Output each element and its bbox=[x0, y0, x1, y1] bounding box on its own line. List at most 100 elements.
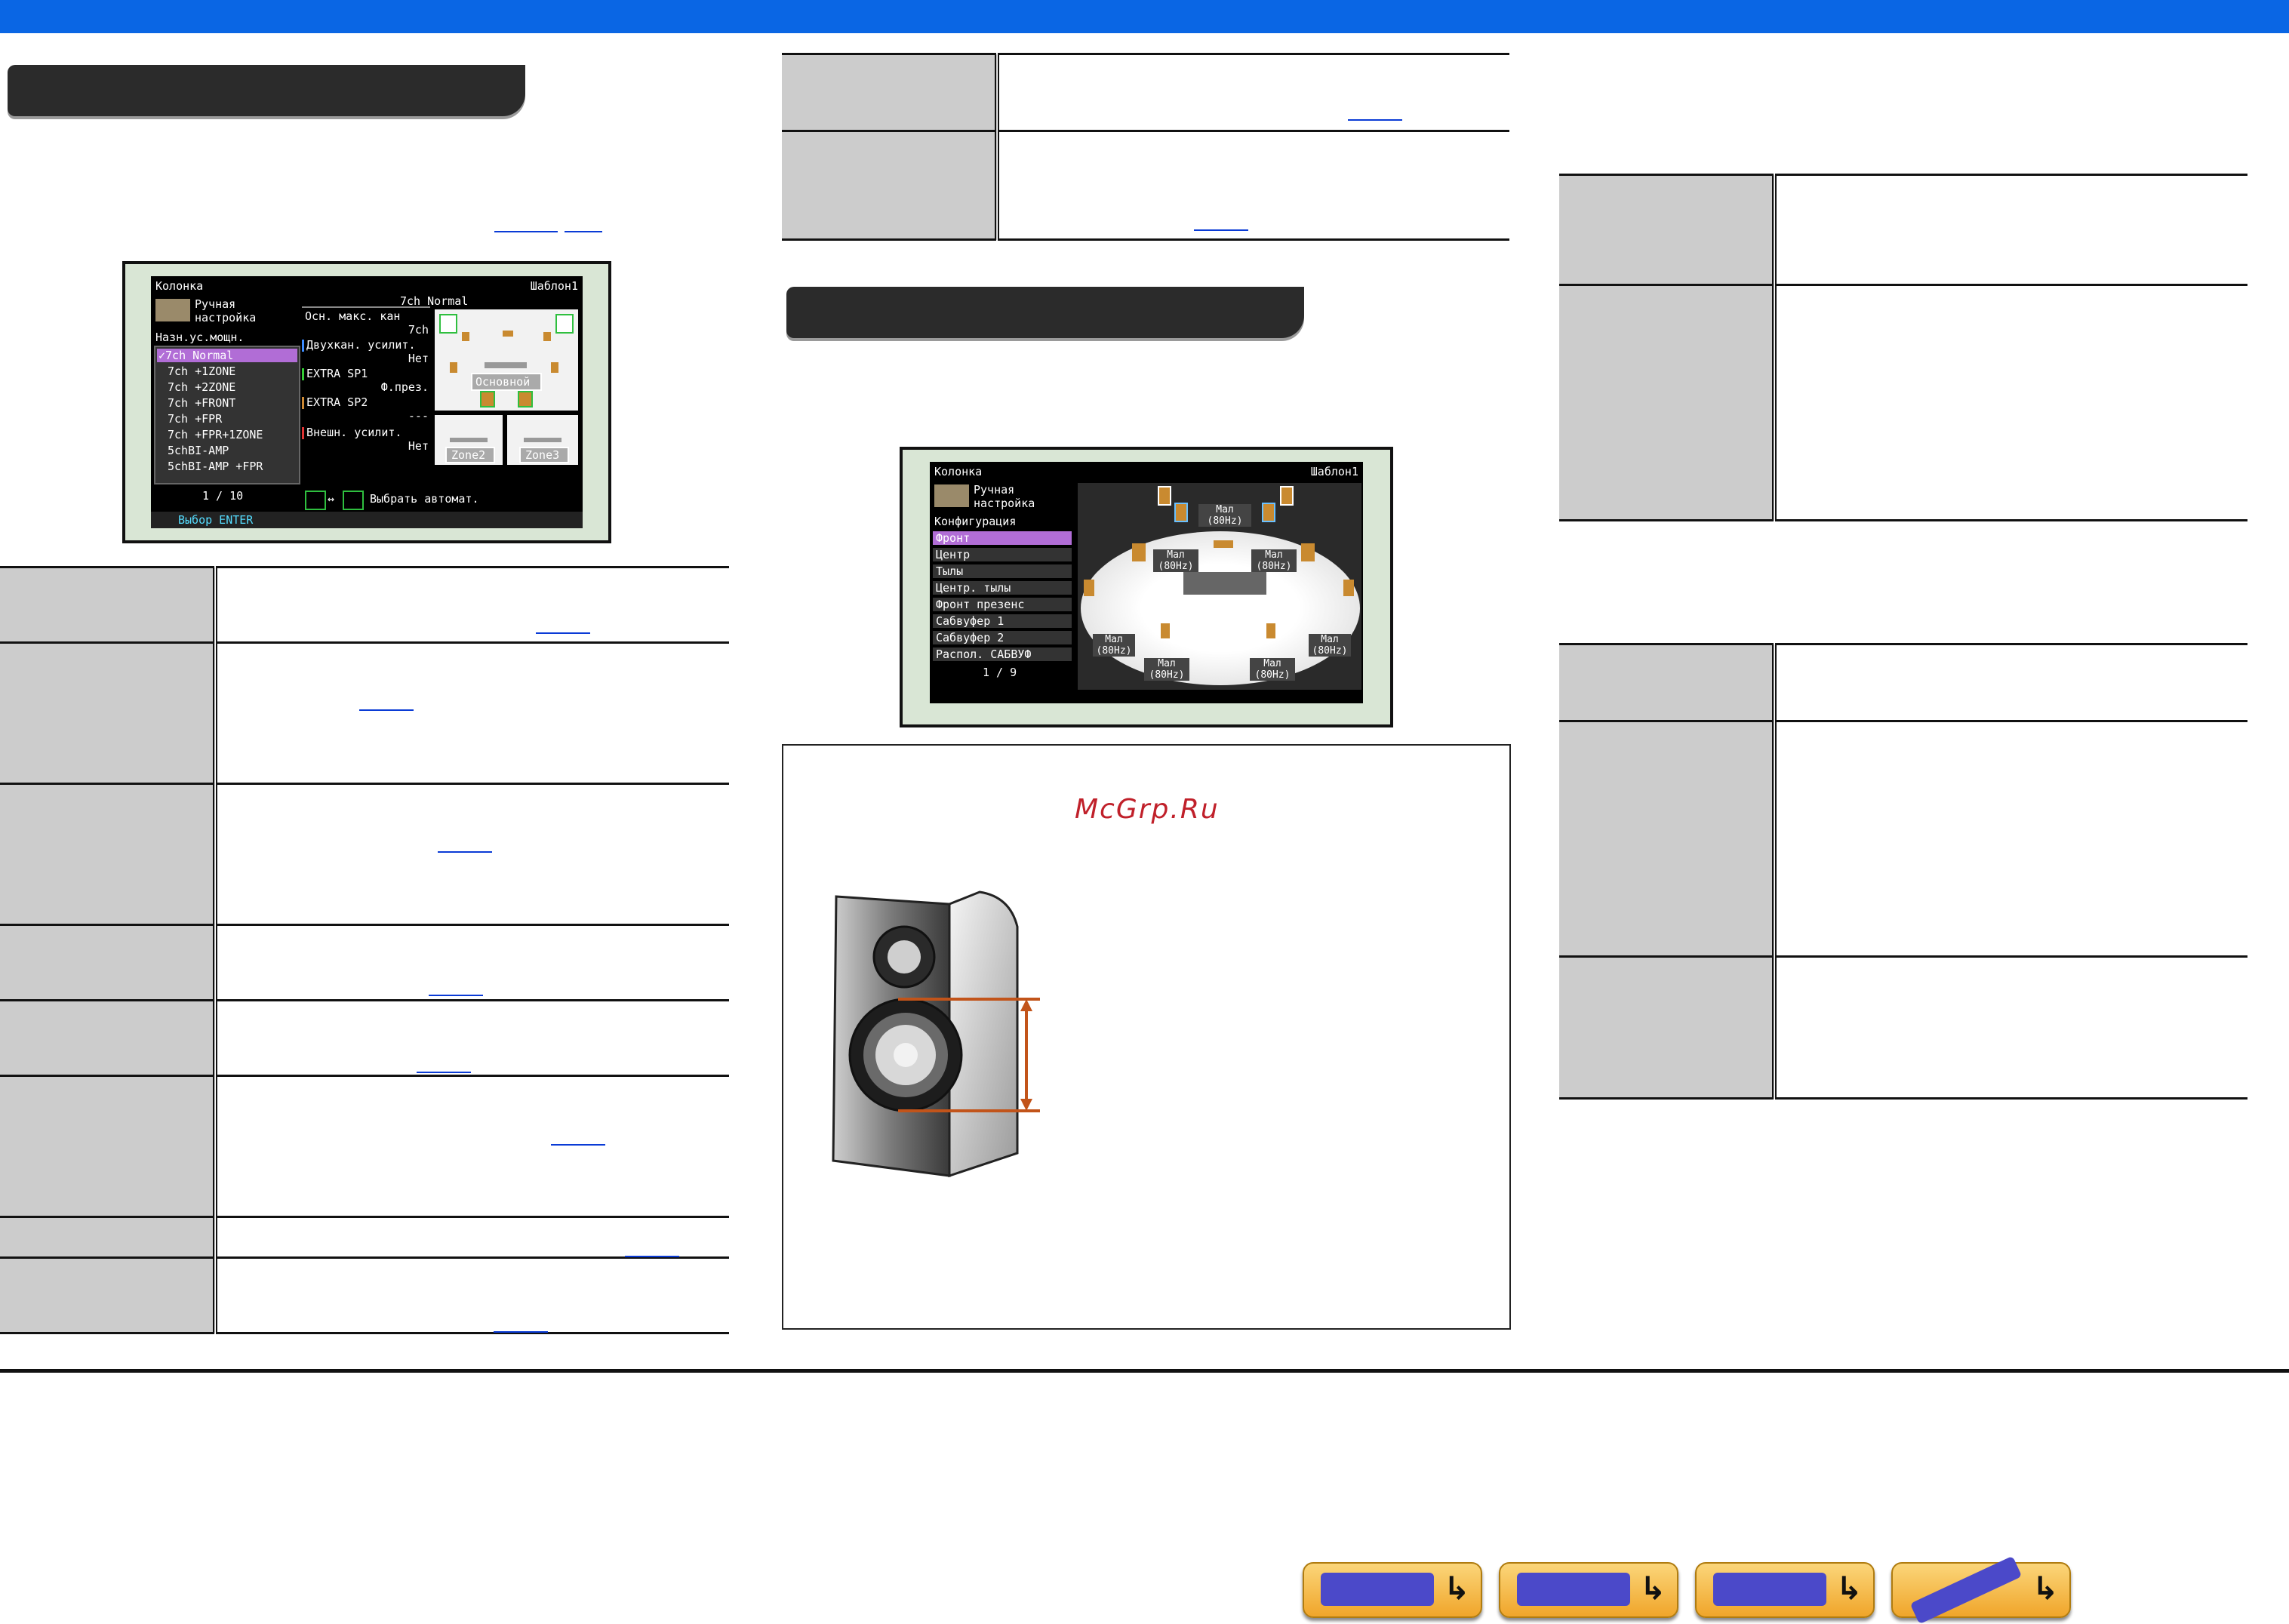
row-desc bbox=[215, 1216, 729, 1259]
table-row bbox=[1559, 284, 2247, 521]
cross-ref-link[interactable] bbox=[494, 1331, 548, 1333]
param-label: Осн. макс. кан bbox=[305, 309, 401, 323]
speaker-icon bbox=[1132, 543, 1146, 561]
param-label: EXTRA SP1 bbox=[306, 367, 368, 380]
cross-ref-link[interactable] bbox=[1348, 119, 1402, 121]
mode-line1: Ручная bbox=[195, 297, 236, 311]
zone3-label: Zone3 bbox=[525, 448, 560, 462]
cross-ref-link[interactable] bbox=[438, 851, 492, 853]
cross-ref-link[interactable] bbox=[551, 1144, 605, 1146]
menu-item[interactable]: Центр bbox=[936, 548, 970, 561]
speaker-icon bbox=[1266, 623, 1275, 638]
speaker-icon bbox=[1280, 486, 1294, 506]
row-desc bbox=[215, 783, 729, 926]
row-label bbox=[1559, 174, 1777, 286]
row-desc bbox=[997, 130, 1509, 241]
menu-item[interactable]: Сабвуфер 2 bbox=[936, 631, 1004, 644]
page-indicator: 1 / 9 bbox=[983, 666, 1017, 679]
cross-ref-link[interactable] bbox=[536, 632, 590, 634]
menu-item[interactable]: Сабвуфер 1 bbox=[936, 614, 1004, 628]
option-item[interactable]: 7ch +FPR+1ZONE bbox=[168, 428, 263, 441]
option-item[interactable]: 7ch +1ZONE bbox=[168, 364, 235, 378]
nav-display-button[interactable]: ↳ bbox=[1499, 1562, 1678, 1618]
param-value: --- bbox=[408, 409, 429, 423]
row-label bbox=[1559, 643, 1777, 722]
menu-item[interactable]: Распол. САБВУФ bbox=[936, 647, 1031, 661]
swap-symbol: ↔ bbox=[328, 492, 335, 506]
config-label: Конфигурация bbox=[934, 515, 1017, 528]
cross-ref-link[interactable] bbox=[494, 231, 558, 232]
room-floor bbox=[1081, 531, 1360, 685]
page-indicator: 1 / 10 bbox=[202, 489, 244, 503]
nav-remote-button[interactable]: ↳ bbox=[1891, 1555, 2071, 1624]
table-row bbox=[782, 130, 1509, 241]
green-button-icon[interactable] bbox=[343, 491, 364, 510]
table-row bbox=[1559, 643, 2247, 722]
row-label bbox=[782, 53, 999, 132]
cross-ref-link[interactable] bbox=[417, 1072, 471, 1073]
menu-item[interactable]: Фронт презенс bbox=[936, 598, 1024, 611]
speaker-icon bbox=[450, 362, 457, 373]
option-item[interactable]: 5chBI-AMP +FPR bbox=[168, 460, 263, 473]
menu-item[interactable]: Фронт bbox=[936, 531, 970, 545]
zone3-badge: Zone3 bbox=[519, 447, 569, 463]
row-label bbox=[0, 1075, 217, 1218]
option-item[interactable]: 7ch +FPR bbox=[168, 412, 222, 426]
footer-rule bbox=[0, 1369, 2289, 1373]
menu-item[interactable]: Тылы bbox=[936, 564, 963, 578]
speaker-icon bbox=[1262, 503, 1275, 522]
option-item[interactable]: 5chBI-AMP bbox=[168, 444, 229, 457]
param-label: Внешн. усилит. bbox=[306, 426, 402, 439]
zone-main-badge: Основной bbox=[471, 373, 542, 391]
row-label bbox=[1559, 720, 1777, 958]
nav-front-panel-button[interactable]: ↳ bbox=[1303, 1562, 1482, 1618]
osd-display: Колонка Шаблон1 Ручная настройка Конфигу… bbox=[930, 462, 1363, 703]
cross-ref-link[interactable] bbox=[565, 231, 602, 232]
zone2-label: Zone2 bbox=[451, 448, 486, 462]
mode-line2: настройка bbox=[974, 497, 1035, 510]
zone-main-label: Основной bbox=[475, 375, 531, 389]
mode-line1: Ручная bbox=[974, 483, 1015, 497]
tv-icon bbox=[524, 438, 561, 442]
speaker-icon bbox=[439, 314, 457, 334]
option-item[interactable]: 7ch +2ZONE bbox=[168, 380, 235, 394]
illustration-box: McGrp.Ru bbox=[782, 744, 1511, 1330]
table-row bbox=[1559, 720, 2247, 958]
mode-icon bbox=[934, 484, 969, 507]
speaker-icon bbox=[503, 331, 513, 337]
speaker-icon bbox=[1161, 623, 1170, 638]
speaker-icon bbox=[518, 391, 533, 408]
nav-rear-panel-button[interactable]: ↳ bbox=[1695, 1562, 1875, 1618]
cross-ref-link[interactable] bbox=[1194, 229, 1248, 231]
green-button-icon[interactable] bbox=[305, 491, 326, 510]
speaker-size-label: Мал (80Hz) bbox=[1144, 658, 1189, 681]
zone2-badge: Zone2 bbox=[445, 447, 495, 463]
right-param-table-1 bbox=[1559, 174, 2247, 521]
speaker-icon bbox=[1343, 580, 1354, 596]
cross-ref-link[interactable] bbox=[429, 995, 483, 996]
speaker-setup-screen: Колонка Шаблон1 Ручная настройка Назн.ус… bbox=[122, 261, 611, 543]
param-value: Ф.през. bbox=[380, 380, 429, 394]
return-arrow-icon: ↳ bbox=[1639, 1570, 1666, 1607]
mode-icon bbox=[155, 299, 190, 321]
option-item[interactable]: ✓7ch Normal bbox=[158, 349, 233, 362]
middle-param-table bbox=[782, 53, 1509, 241]
left-param-table bbox=[0, 566, 729, 1334]
cross-ref-link[interactable] bbox=[359, 709, 414, 711]
speaker-icon bbox=[555, 314, 574, 334]
row-label bbox=[1559, 955, 1777, 1100]
menu-item[interactable]: Центр. тылы bbox=[936, 581, 1011, 595]
section-header-left bbox=[8, 65, 525, 116]
speaker-icon bbox=[1084, 580, 1094, 596]
row-label bbox=[0, 1256, 217, 1334]
section-header-middle bbox=[786, 287, 1304, 338]
row-desc bbox=[215, 1256, 729, 1334]
speaker-size-label: Мал (80Hz) bbox=[1198, 504, 1251, 527]
top-bar bbox=[0, 0, 2289, 33]
speaker-size-label: Мал (80Hz) bbox=[1251, 549, 1297, 572]
option-item[interactable]: 7ch +FRONT bbox=[168, 396, 235, 410]
layout-zone3-panel: Zone3 bbox=[507, 415, 578, 465]
front-panel-icon bbox=[1321, 1573, 1434, 1606]
cross-ref-link[interactable] bbox=[625, 1256, 679, 1257]
param-label: Двухкан. усилит. bbox=[306, 338, 416, 352]
